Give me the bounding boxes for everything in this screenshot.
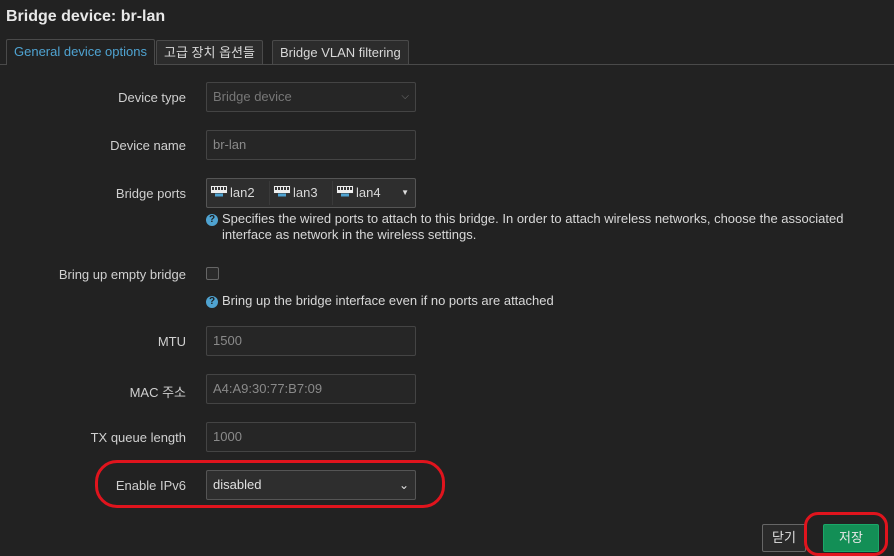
bridge-ports-multiselect[interactable]: lan2 lan3 lan4 ▼ [206, 178, 416, 208]
port-chip-label: lan2 [230, 185, 255, 200]
ethernet-port-icon [273, 180, 291, 208]
port-chip-label: lan4 [356, 185, 381, 200]
ethernet-port-icon [210, 180, 228, 208]
port-divider [269, 181, 270, 205]
mtu-label: MTU [157, 334, 186, 349]
bridge-ports-help-text-line2: interface as network in the wireless set… [222, 227, 477, 242]
chevron-down-icon: ⌄ [398, 478, 409, 492]
tab-general-device-options[interactable]: General device options [6, 39, 155, 65]
chevron-down-icon: ⌵ [401, 91, 409, 102]
port-divider [332, 181, 333, 205]
chevron-down-icon[interactable]: ▼ [401, 179, 409, 207]
bridge-ports-label: Bridge ports [115, 186, 186, 201]
mtu-input[interactable]: 1500 [206, 326, 416, 356]
port-chip-lan2[interactable]: lan2 [210, 179, 255, 207]
bring-up-empty-bridge-checkbox[interactable] [206, 267, 219, 280]
device-type-value: Bridge device [213, 89, 292, 104]
help-icon: ? [206, 296, 218, 308]
ethernet-port-icon [336, 180, 354, 208]
device-type-select[interactable]: Bridge device ⌵ [206, 82, 416, 112]
tab-bar: General device options 고급 장치 옵션들 Bridge … [0, 38, 894, 66]
bring-up-empty-bridge-label: Bring up empty bridge [58, 267, 186, 282]
device-name-label: Device name [110, 138, 186, 153]
enable-ipv6-select[interactable]: disabled ⌄ [206, 470, 416, 500]
device-type-label: Device type [118, 90, 186, 105]
close-button[interactable]: 닫기 [762, 524, 806, 552]
bridge-ports-help: ? Specifies the wired ports to attach to … [206, 211, 866, 243]
mac-address-label: MAC 주소 [129, 385, 186, 400]
tx-queue-length-input[interactable]: 1000 [206, 422, 416, 452]
enable-ipv6-value: disabled [213, 477, 262, 492]
tx-queue-length-label: TX queue length [90, 430, 186, 445]
tab-bridge-vlan-filtering[interactable]: Bridge VLAN filtering [272, 40, 409, 64]
port-chip-label: lan3 [293, 185, 318, 200]
help-icon: ? [206, 214, 218, 226]
port-chip-lan3[interactable]: lan3 [273, 179, 318, 207]
device-name-input[interactable]: br-lan [206, 130, 416, 160]
dialog-title: Bridge device: br-lan [6, 8, 166, 25]
bring-up-empty-bridge-help: ? Bring up the bridge interface even if n… [206, 293, 866, 309]
port-chip-lan4[interactable]: lan4 [336, 179, 381, 207]
bridge-ports-help-text: Specifies the wired ports to attach to t… [222, 211, 844, 226]
tab-advanced-device-options[interactable]: 고급 장치 옵션들 [156, 40, 263, 64]
mac-address-input[interactable]: A4:A9:30:77:B7:09 [206, 374, 416, 404]
bring-up-empty-help-text: Bring up the bridge interface even if no… [222, 293, 554, 308]
save-button[interactable]: 저장 [823, 524, 879, 552]
enable-ipv6-label: Enable IPv6 [115, 478, 186, 493]
